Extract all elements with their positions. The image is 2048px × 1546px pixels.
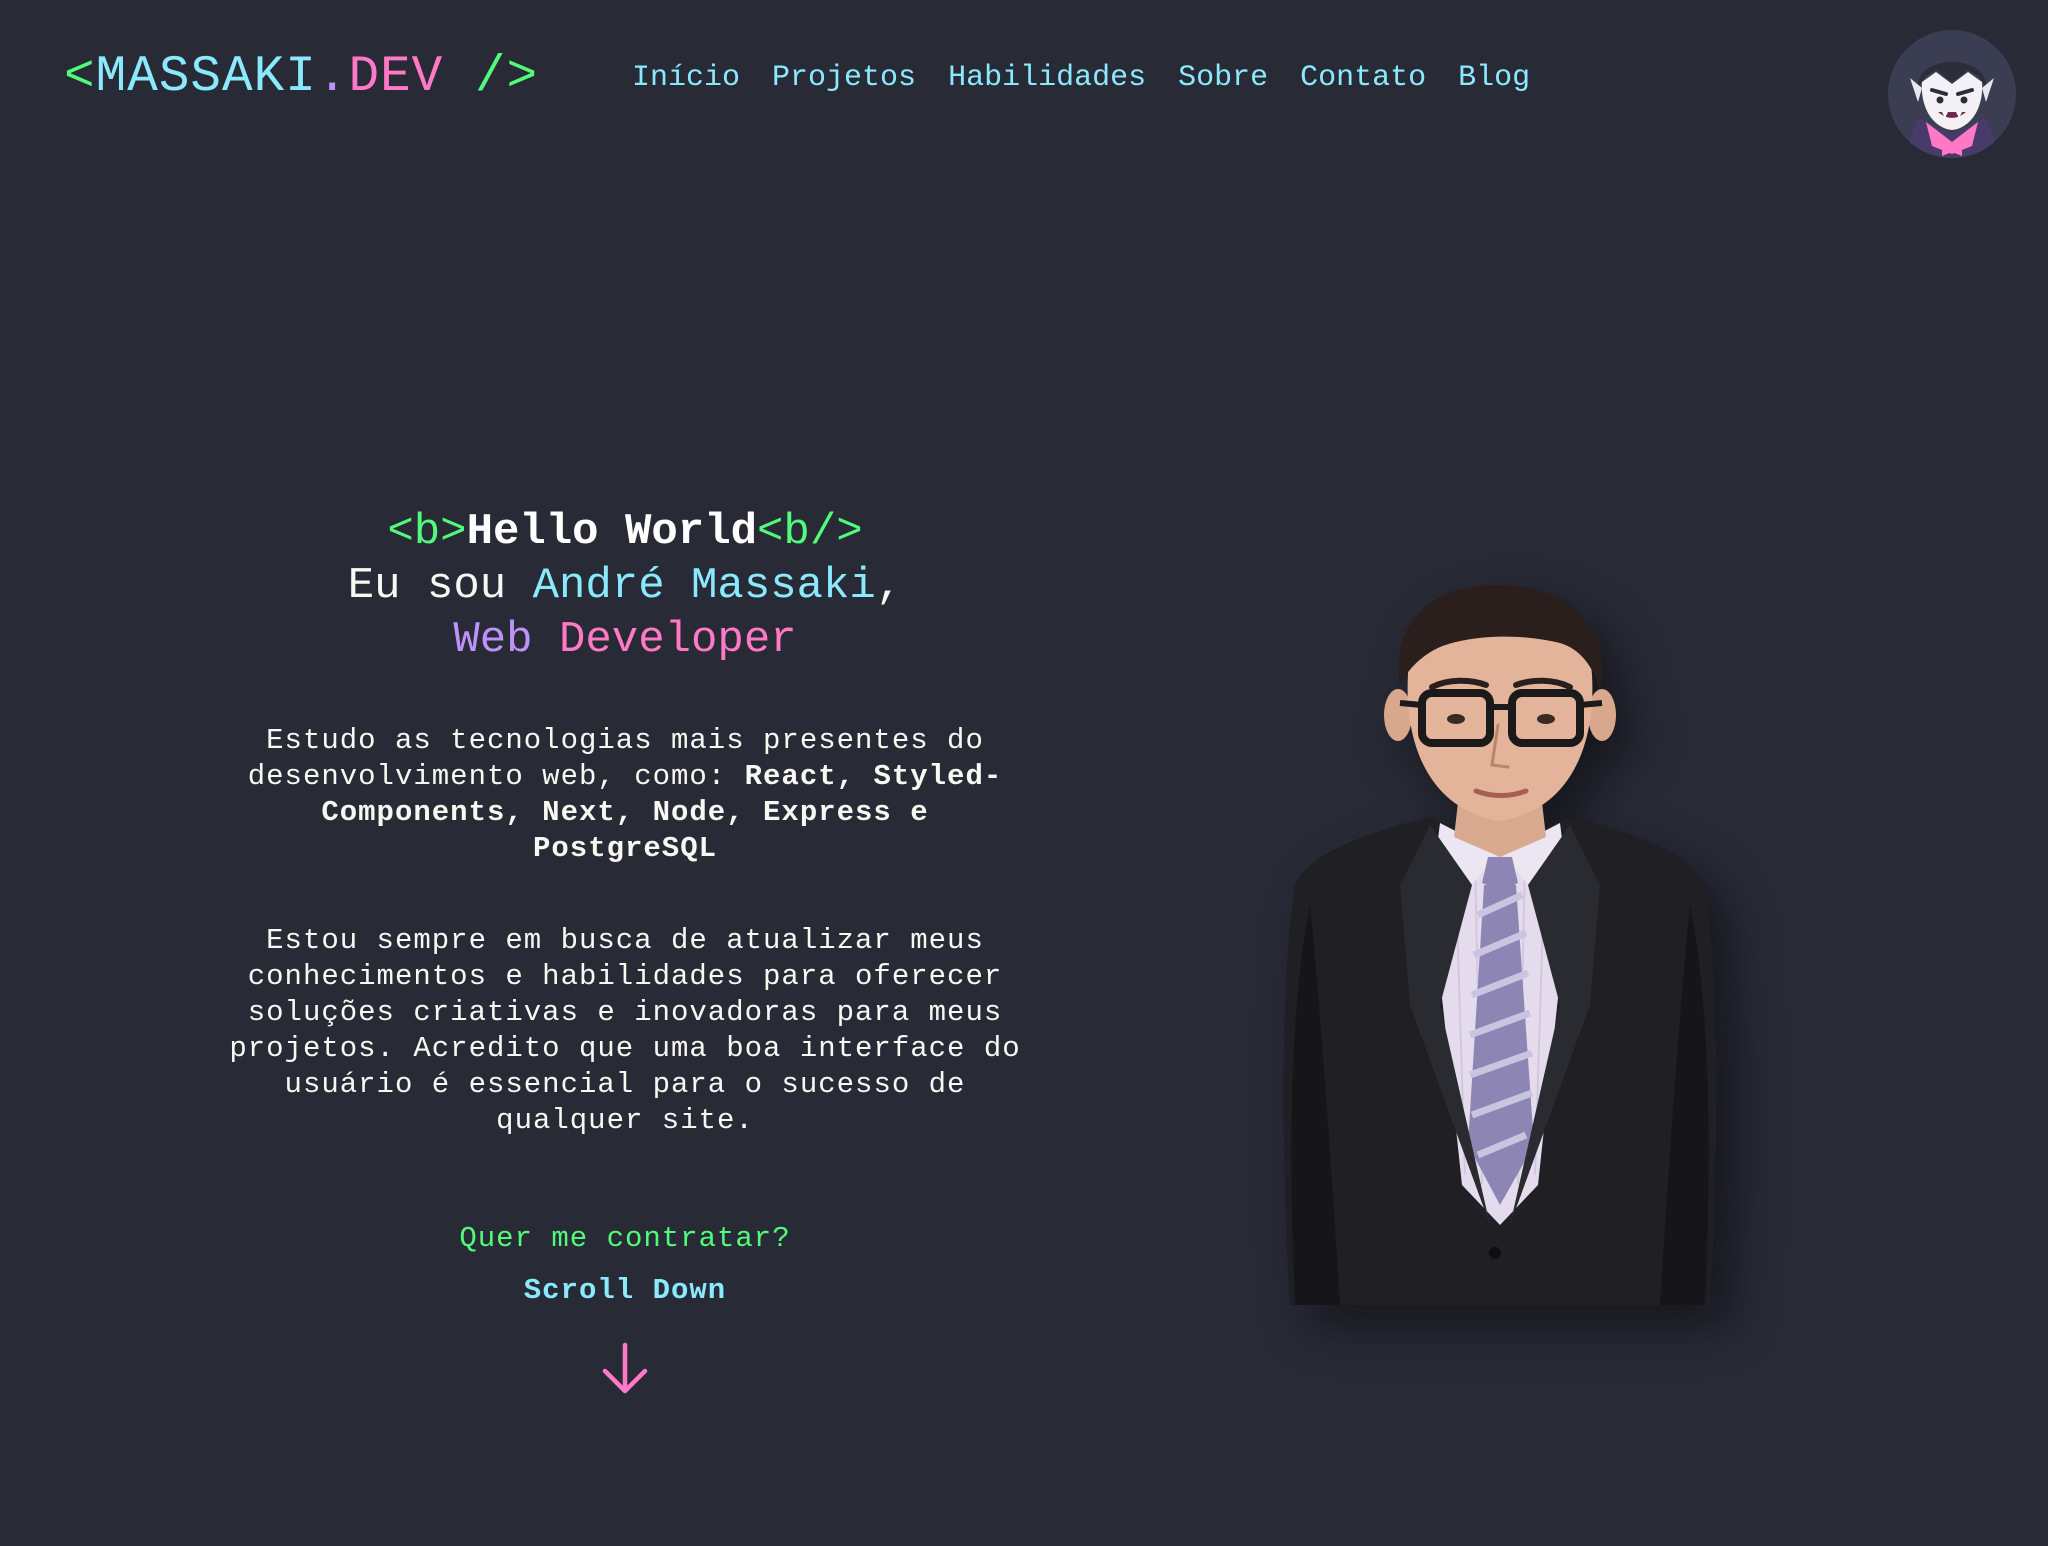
nav-link-projetos[interactable]: Projetos (772, 58, 916, 98)
page: <MASSAKI.DEV /> Início Projetos Habilida… (0, 0, 2048, 1546)
intro-suffix: , (875, 561, 903, 611)
greeting-text: Hello World (466, 507, 758, 557)
developer-name: André Massaki (532, 561, 876, 611)
hero-section: <b>Hello World<b/> Eu sou André Massaki,… (205, 505, 1045, 1397)
intro-line: Eu sou André Massaki, (205, 559, 1045, 613)
logo-brand: MASSAKI (95, 49, 317, 106)
logo-open-bracket: < (64, 49, 96, 106)
scroll-down-link[interactable]: Scroll Down (205, 1273, 1045, 1309)
vampire-avatar-icon (1888, 30, 2016, 158)
avatar[interactable] (1888, 30, 2016, 158)
logo-dot: . (316, 49, 349, 106)
about-paragraph: Estou sempre em busca de atualizar meus … (229, 924, 1021, 1137)
role-first: Web (453, 615, 533, 665)
greeting-line: <b>Hello World<b/> (205, 505, 1045, 559)
main-nav: Início Projetos Habilidades Sobre Contat… (632, 58, 1530, 98)
tech-paragraph: Estudo as tecnologias mais presentes do … (225, 723, 1025, 867)
arrow-down-icon[interactable] (597, 1341, 653, 1397)
logo-close-bracket: /> (443, 49, 539, 106)
profile-photo (1283, 585, 1717, 1305)
greeting-close-tag: <b/> (757, 507, 863, 557)
site-logo[interactable]: <MASSAKI.DEV /> (64, 48, 538, 108)
nav-link-inicio[interactable]: Início (632, 58, 740, 98)
logo-tld: DEV (348, 49, 444, 106)
intro-prefix: Eu sou (347, 561, 533, 611)
nav-link-sobre[interactable]: Sobre (1178, 58, 1268, 98)
nav-link-habilidades[interactable]: Habilidades (948, 58, 1146, 98)
hire-question: Quer me contratar? (459, 1222, 791, 1255)
greeting-open-tag: <b> (387, 507, 467, 557)
role-line: Web Developer (205, 613, 1045, 667)
hero-heading: <b>Hello World<b/> Eu sou André Massaki,… (205, 505, 1045, 667)
nav-link-blog[interactable]: Blog (1458, 58, 1530, 98)
role-second: Developer (558, 615, 797, 665)
nav-link-contato[interactable]: Contato (1300, 58, 1426, 98)
